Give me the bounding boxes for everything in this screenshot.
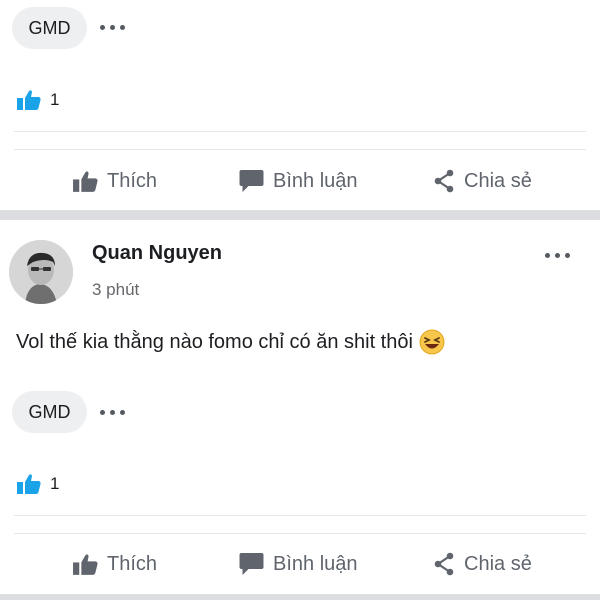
thumbs-up-icon — [73, 553, 98, 575]
post1-comment-label: Bình luận — [273, 169, 358, 192]
post1-like-label: Thích — [107, 169, 158, 192]
post1-tag-chip[interactable]: GMD — [12, 7, 87, 49]
laughing-face-emoji — [419, 329, 445, 355]
post1-more-icon[interactable] — [100, 22, 125, 32]
post1-divider-2 — [14, 149, 586, 150]
post-separator — [0, 210, 600, 220]
post1-like-summary[interactable]: 1 — [16, 89, 59, 111]
post1-like-count: 1 — [50, 90, 60, 109]
thumbs-up-icon — [73, 170, 98, 192]
thumbs-up-icon — [17, 474, 41, 494]
post1-like-button[interactable]: Thích — [72, 166, 157, 196]
avatar-image — [9, 240, 73, 304]
comment-bubble-icon — [239, 170, 264, 192]
post-separator-bottom — [0, 594, 600, 600]
post2-like-button[interactable]: Thích — [72, 549, 157, 579]
post2-tag-more-icon[interactable] — [100, 407, 125, 417]
post2-like-label: Thích — [107, 552, 158, 575]
post-timestamp[interactable]: 3 phút — [92, 280, 139, 300]
post2-share-label: Chia sẻ — [464, 552, 532, 575]
comment-bubble-icon — [239, 553, 264, 575]
post2-divider-2 — [14, 533, 586, 534]
post-text: Vol thế kia thằng nào fomo chỉ có ăn shi… — [16, 330, 413, 353]
post1-divider — [14, 131, 586, 132]
post2-comment-label: Bình luận — [273, 552, 358, 575]
post-content: Vol thế kia thằng nào fomo chỉ có ăn shi… — [16, 329, 445, 355]
author-name[interactable]: Quan Nguyen — [92, 242, 222, 265]
post2-tag-chip[interactable]: GMD — [12, 391, 87, 433]
share-icon — [434, 552, 454, 576]
post1-share-label: Chia sẻ — [464, 169, 532, 192]
post2-share-button[interactable]: Chia sẻ — [432, 549, 532, 579]
post1-comment-button[interactable]: Bình luận — [238, 166, 358, 196]
post2-divider — [14, 515, 586, 516]
share-icon — [434, 169, 454, 193]
post2-like-count: 1 — [50, 474, 60, 493]
avatar[interactable] — [9, 240, 73, 304]
post2-like-summary[interactable]: 1 — [16, 473, 59, 495]
post2-comment-button[interactable]: Bình luận — [238, 549, 358, 579]
post1-share-button[interactable]: Chia sẻ — [432, 166, 532, 196]
thumbs-up-icon — [17, 90, 41, 110]
post2-more-icon[interactable] — [545, 250, 570, 260]
